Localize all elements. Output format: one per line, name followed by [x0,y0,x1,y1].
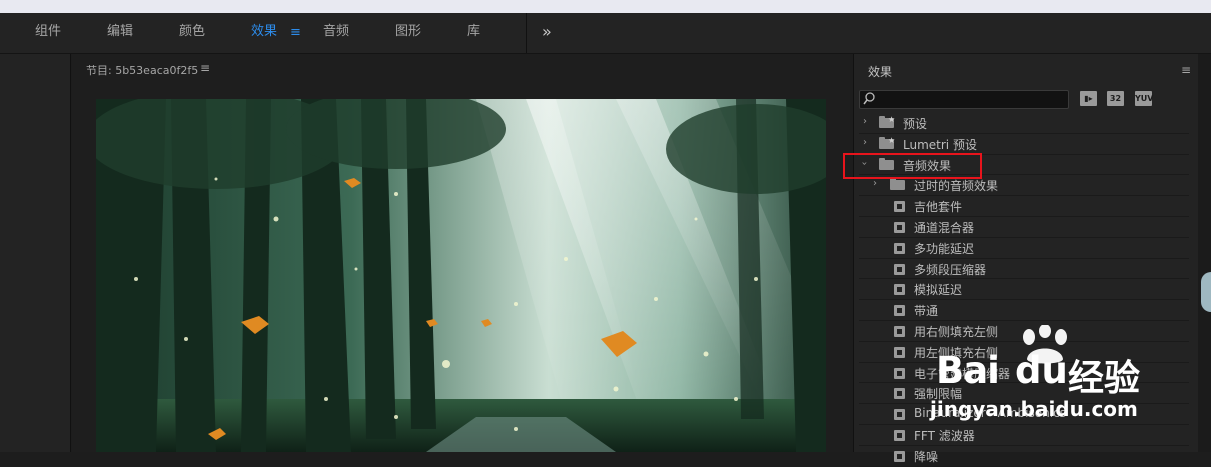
tree-item-lumetri-presets[interactable]: › ★ Lumetri 预设 [859,134,1189,155]
effect-label: 多功能延迟 [914,241,975,256]
32bit-filter-icon[interactable]: 32 [1107,91,1124,106]
folder-icon [890,178,905,191]
effects-menu-icon[interactable]: ≡ [1181,63,1191,77]
program-title[interactable]: 节目: 5b53eaca0f2f5 [86,62,198,78]
overflow-chevron-icon[interactable]: » [542,13,552,53]
tree-item-label: Lumetri 预设 [903,137,977,152]
audio-effect-icon [894,409,905,421]
audio-effect-icon [894,263,905,275]
effect-item[interactable]: FFT 滤波器 [859,425,1189,446]
effect-item[interactable]: 多频段压缩器 [859,259,1189,280]
window-top-strip [0,0,1211,13]
forest-scene-image [96,99,826,452]
side-scroll-handle[interactable] [1201,272,1211,312]
preset-folder-icon: ★ [879,136,895,149]
audio-effect-icon [894,429,905,441]
effect-label: 多频段压缩器 [914,262,987,277]
chevron-right-icon[interactable]: › [873,178,877,189]
tab-effects[interactable]: 效果 [251,13,277,53]
effect-label: 用右侧填充左侧 [914,324,999,339]
audio-effect-icon [894,325,905,337]
tab-graphics[interactable]: 图形 [395,13,421,53]
effect-label: 降噪 [914,449,939,464]
effects-search-box[interactable] [859,90,1069,109]
audio-effect-icon [894,201,905,213]
audio-effect-icon [894,284,905,296]
tab-editing[interactable]: 编辑 [107,13,133,53]
effect-label: 吉他套件 [914,200,963,215]
effect-label: 带通 [914,304,939,319]
effect-item[interactable]: 吉他套件 [859,196,1189,217]
effects-panel: 效果 ≡ ▮▸ 32 YUV › ★ 预设 › ★ Lumetri 预设 › 音… [853,54,1199,467]
audio-effect-icon [894,367,905,379]
annotation-highlight-box [843,153,982,179]
workspace-menu-icon[interactable]: ≡ [290,13,301,53]
watermark-brand: Bai [936,349,1000,392]
tab-libraries[interactable]: 库 [467,13,480,53]
chevron-right-icon[interactable]: › [863,116,867,127]
search-icon [863,92,875,105]
program-menu-icon[interactable]: ≡ [200,61,210,75]
tree-item-label: 过时的音频效果 [914,179,999,194]
effect-item[interactable]: 模拟延迟 [859,279,1189,301]
effect-item[interactable]: 降噪 [859,446,1189,467]
chevron-right-icon[interactable]: › [863,137,867,148]
left-panel [0,54,71,452]
tab-audio[interactable]: 音频 [323,13,349,53]
program-monitor: 节目: 5b53eaca0f2f5 ≡ [72,54,850,452]
audio-effect-icon [894,305,905,317]
effect-label: FFT 滤波器 [914,428,975,443]
effect-label: 通道混合器 [914,220,975,235]
audio-effect-icon [894,221,905,233]
effect-item[interactable]: 带通 [859,300,1189,321]
preset-folder-icon: ★ [879,115,895,128]
workspace-bar: 组件 编辑 颜色 效果 ≡ 音频 图形 库 » [0,13,1211,54]
audio-effect-icon [894,242,905,254]
toolbar-divider [526,13,527,53]
yuv-filter-icon[interactable]: YUV [1135,91,1153,106]
watermark-url: jingyan.baidu.com [930,397,1138,421]
audio-effect-icon [894,450,905,462]
tab-assembly[interactable]: 组件 [35,13,61,53]
effect-item[interactable]: 多功能延迟 [859,238,1189,259]
tab-color[interactable]: 颜色 [179,13,205,53]
audio-effect-icon [894,346,905,358]
panel-scroll-edge [1198,54,1211,452]
effect-label: 模拟延迟 [914,283,963,298]
video-frame[interactable] [96,99,826,452]
effects-search-input[interactable] [876,91,1062,108]
watermark-brand-cn: 经验 [1068,358,1141,399]
accelerated-effects-filter-icon[interactable]: ▮▸ [1080,91,1097,106]
watermark-brand-du: du [1015,349,1068,392]
tree-item-label: 预设 [903,117,928,131]
audio-effect-icon [894,388,905,400]
effects-panel-title[interactable]: 效果 [868,63,892,80]
tree-item-presets[interactable]: › ★ 预设 [859,113,1189,134]
effect-item[interactable]: 通道混合器 [859,217,1189,238]
